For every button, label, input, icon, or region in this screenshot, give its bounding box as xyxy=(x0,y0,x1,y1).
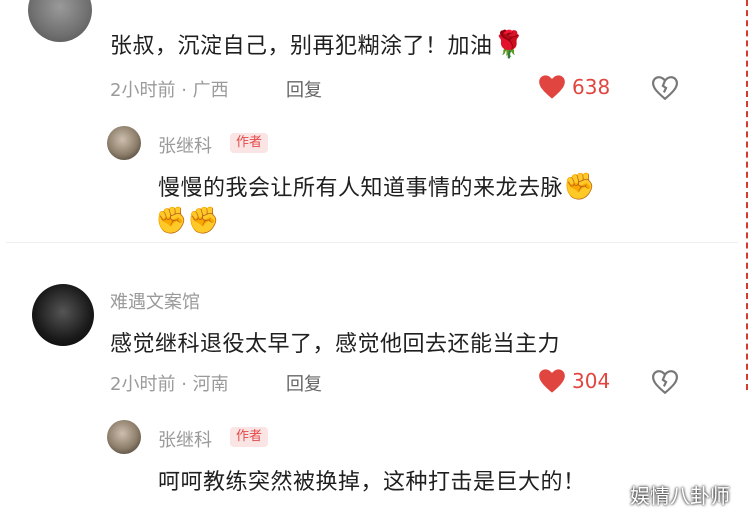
broken-heart-icon xyxy=(651,370,679,395)
reply-text: 慢慢的我会让所有人知道事情的来龙去脉✊ xyxy=(158,170,596,202)
like-button[interactable]: 638 xyxy=(538,74,610,100)
comment-text: 张叔，沉淀自己，别再犯糊涂了！加油🌹 xyxy=(110,28,525,60)
dislike-button[interactable] xyxy=(651,76,679,104)
fist-emoji: ✊ xyxy=(187,206,220,236)
reply-username[interactable]: 张继科 xyxy=(158,426,212,452)
heart-icon xyxy=(539,75,565,99)
comment-time: 2小时前 xyxy=(110,374,176,395)
like-button[interactable]: 304 xyxy=(538,368,610,394)
reply-emoji-row: ✊✊ xyxy=(155,206,220,236)
comment-body: 张叔，沉淀自己，别再犯糊涂了！加油 xyxy=(110,34,493,59)
author-badge: 作者 xyxy=(230,133,269,153)
comment-region: 河南 xyxy=(192,374,229,395)
avatar[interactable] xyxy=(28,0,92,42)
reply-button[interactable]: 回复 xyxy=(286,370,322,396)
reply-body: 慢慢的我会让所有人知道事情的来龙去脉 xyxy=(158,176,564,201)
avatar[interactable] xyxy=(107,420,141,454)
separator: · xyxy=(181,374,187,395)
comment-meta: 2小时前 · 广西 xyxy=(110,76,229,102)
reply-button[interactable]: 回复 xyxy=(286,76,322,102)
like-count: 638 xyxy=(572,75,611,99)
comment-text: 感觉继科退役太早了，感觉他回去还能当主力 xyxy=(110,332,561,357)
divider xyxy=(6,242,738,243)
fist-emoji: ✊ xyxy=(563,172,596,202)
comment-time: 2小时前 xyxy=(110,80,176,101)
dislike-button[interactable] xyxy=(651,370,679,398)
comment-meta: 2小时前 · 河南 xyxy=(110,370,229,396)
author-badge: 作者 xyxy=(230,427,269,447)
reply-text: 呵呵教练突然被换掉，这种打击是巨大的！ xyxy=(158,470,586,495)
fist-emoji: ✊ xyxy=(155,206,188,236)
comment-region: 广西 xyxy=(192,80,229,101)
like-count: 304 xyxy=(572,369,611,393)
reply-username[interactable]: 张继科 xyxy=(158,132,212,158)
page-border xyxy=(746,0,748,390)
separator: · xyxy=(181,80,187,101)
watermark: 娱情八卦师 xyxy=(630,484,730,508)
avatar[interactable] xyxy=(107,126,141,160)
rose-emoji: 🌹 xyxy=(492,30,526,60)
broken-heart-icon xyxy=(651,76,679,101)
heart-icon xyxy=(539,369,565,393)
comment-username[interactable]: 难遇文案馆 xyxy=(110,288,200,314)
avatar[interactable] xyxy=(32,284,94,346)
